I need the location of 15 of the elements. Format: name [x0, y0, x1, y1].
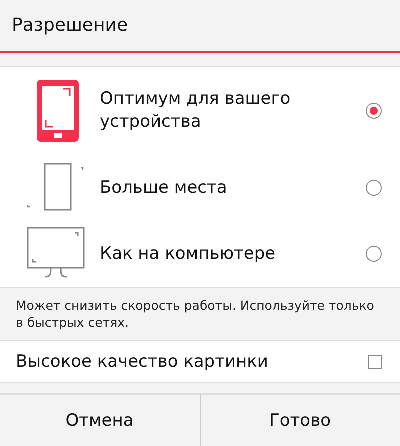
- radio-button[interactable]: [366, 246, 382, 262]
- radio-button[interactable]: [366, 180, 382, 196]
- option-label: Как на компьютере: [100, 242, 277, 266]
- radio-button[interactable]: [366, 103, 382, 119]
- dialog-title: Разрешение: [12, 15, 128, 36]
- note-text: Может снизить скорость работы. Используйте только в быстрых сетях.: [16, 297, 376, 331]
- phone-icon: [37, 80, 79, 142]
- option-row[interactable]: Оптимум для вашего устройства: [0, 67, 400, 155]
- checkbox-label: Высокое качество картинки: [16, 352, 270, 372]
- checkbox-row[interactable]: Высокое качество картинки: [0, 341, 400, 383]
- option-row[interactable]: Больше места: [0, 155, 400, 221]
- option-row[interactable]: Как на компьютере: [0, 221, 400, 287]
- checkbox[interactable]: [368, 354, 382, 368]
- option-label: Оптимум для вашего устройства: [100, 88, 292, 134]
- option-label: Больше места: [100, 176, 228, 200]
